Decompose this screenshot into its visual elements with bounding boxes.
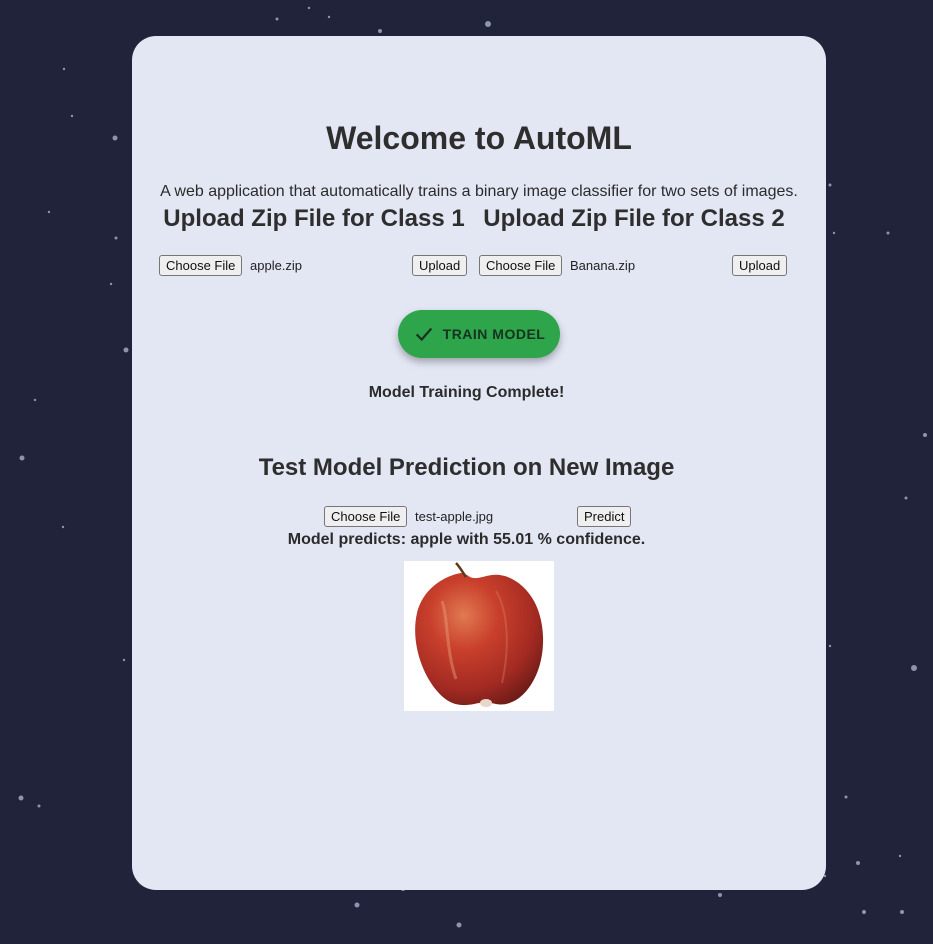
upload-class1-section: Upload Zip File for Class 1 Choose File … xyxy=(158,204,470,277)
page-title: Welcome to AutoML xyxy=(326,120,632,156)
class2-upload-button[interactable]: Upload xyxy=(732,255,788,276)
upload-class1-heading: Upload Zip File for Class 1 xyxy=(163,205,465,232)
test-image-apple xyxy=(404,561,554,711)
test-choose-file-button[interactable]: Choose File xyxy=(324,506,408,527)
upload-class2-heading: Upload Zip File for Class 2 xyxy=(483,205,785,232)
upload-class1-row: Choose File apple.zip Upload xyxy=(158,255,470,277)
training-status: Model Training Complete! xyxy=(368,384,565,401)
predict-button[interactable]: Predict xyxy=(577,506,632,527)
class1-file-name: apple.zip xyxy=(250,258,303,273)
class1-upload-button[interactable]: Upload xyxy=(412,255,468,276)
page-subtitle: A web application that automatically tra… xyxy=(160,183,798,200)
test-file-name: test-apple.jpg xyxy=(415,509,494,524)
train-model-button[interactable]: TRAIN MODEL xyxy=(398,310,560,358)
class2-choose-file-button[interactable]: Choose File xyxy=(479,255,563,276)
upload-class2-section: Upload Zip File for Class 2 Choose File … xyxy=(478,204,790,277)
train-model-label: TRAIN MODEL xyxy=(442,326,546,342)
prediction-result: Model predicts: apple with 55.01 % confi… xyxy=(287,531,646,548)
test-heading: Test Model Prediction on New Image xyxy=(258,454,675,481)
check-icon xyxy=(415,327,432,342)
test-file-row: Choose File test-apple.jpg Predict xyxy=(324,506,636,528)
class1-choose-file-button[interactable]: Choose File xyxy=(159,255,243,276)
class2-file-name: Banana.zip xyxy=(570,258,636,273)
upload-class2-row: Choose File Banana.zip Upload xyxy=(478,255,790,277)
